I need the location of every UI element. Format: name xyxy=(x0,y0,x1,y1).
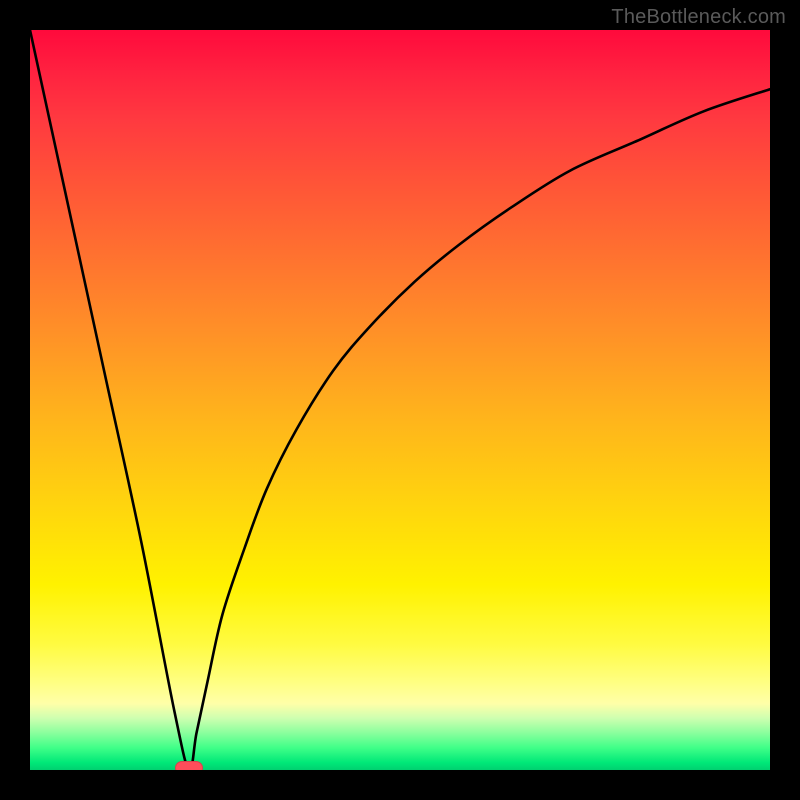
watermark-text: TheBottleneck.com xyxy=(611,6,786,29)
plot-area xyxy=(30,30,770,770)
bottleneck-curve xyxy=(30,30,770,770)
minimum-marker xyxy=(175,761,203,770)
curve-layer xyxy=(30,30,770,770)
chart-frame: TheBottleneck.com xyxy=(0,0,800,800)
